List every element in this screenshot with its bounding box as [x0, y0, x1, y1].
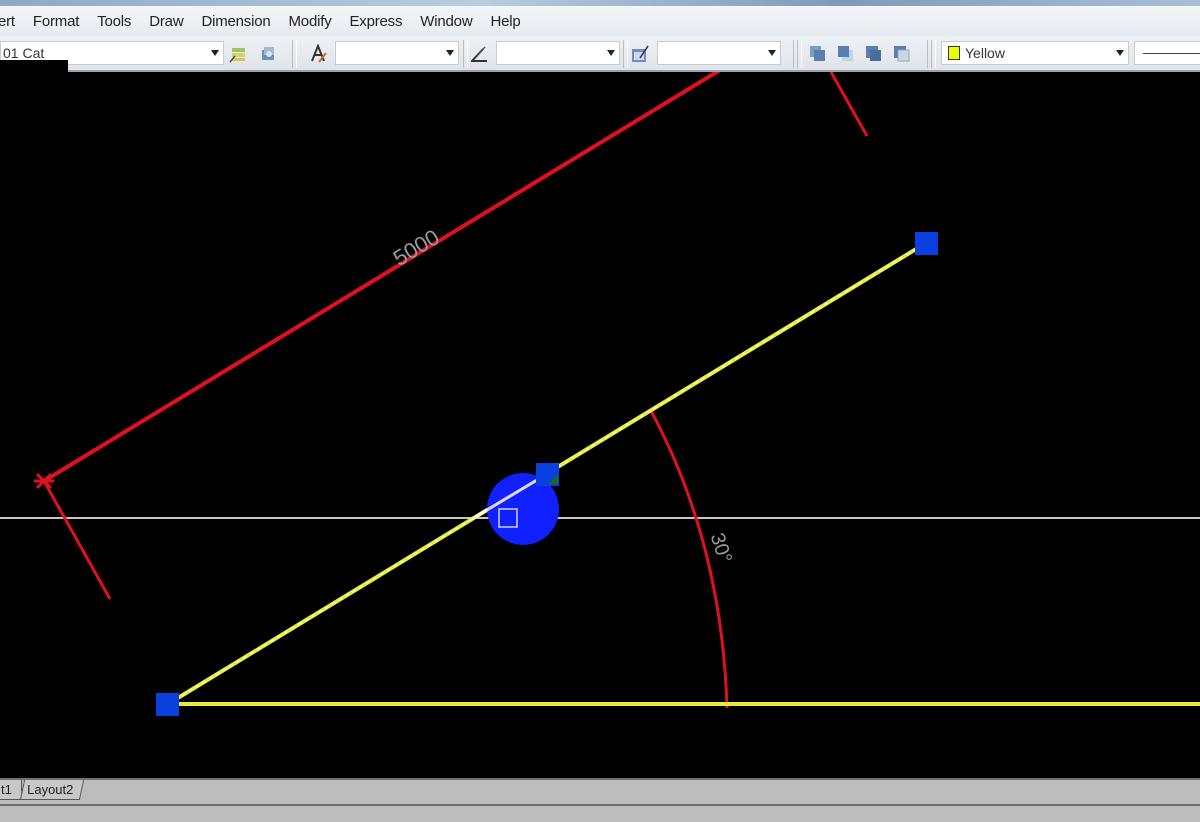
linetype-combo[interactable] [1134, 41, 1200, 65]
overlay-patch [0, 60, 68, 72]
menu-express[interactable]: Express [341, 13, 412, 30]
toolbar-separator [292, 40, 297, 68]
bring-to-front-icon[interactable] [808, 44, 828, 64]
text-style-combo[interactable] [335, 41, 459, 65]
toolbar-separator [797, 40, 802, 68]
model-space-background [0, 72, 1200, 778]
toolbar-separator [623, 40, 628, 68]
table-style-combo[interactable] [657, 41, 781, 65]
text-style-icon[interactable] [309, 44, 329, 64]
layer-combo-value: 01 Cat [3, 45, 45, 61]
chevron-down-icon[interactable] [211, 50, 219, 56]
tab-layout2-label: Layout2 [27, 782, 74, 797]
menu-window[interactable]: Window [411, 13, 481, 30]
menu-modify[interactable]: Modify [280, 13, 341, 30]
tabs-divider [0, 804, 1200, 806]
send-to-back-icon[interactable] [836, 44, 856, 64]
chevron-down-icon[interactable] [446, 50, 454, 56]
menu-help[interactable]: Help [481, 13, 529, 30]
tab-layout1[interactable]: t1 [0, 780, 22, 800]
layout-tabs-bar: t1 Layout2 [0, 778, 1200, 822]
menu-dimension[interactable]: Dimension [192, 13, 279, 30]
layer-states-icon[interactable] [229, 44, 249, 64]
chevron-down-icon[interactable] [768, 50, 776, 56]
drawing-canvas[interactable]: 5000 30° [0, 72, 1200, 778]
toolbar-separator [931, 40, 936, 68]
color-combo[interactable]: Yellow [941, 41, 1129, 65]
send-under-objects-icon[interactable] [892, 44, 912, 64]
tab-layout1-label: t1 [1, 782, 12, 797]
grip-start[interactable] [156, 693, 179, 716]
table-style-icon[interactable] [630, 44, 650, 64]
chevron-down-icon[interactable] [607, 50, 615, 56]
layer-previous-icon[interactable] [258, 44, 278, 64]
color-combo-value: Yellow [965, 45, 1005, 61]
menu-format[interactable]: Format [24, 13, 88, 30]
dimension-style-icon[interactable] [469, 44, 489, 64]
linetype-preview [1143, 52, 1200, 54]
toolbar-separator [463, 40, 468, 68]
menu-bar: ert Format Tools Draw Dimension Modify E… [0, 6, 1200, 36]
tab-layout2[interactable]: Layout2 [19, 780, 85, 800]
chevron-down-icon[interactable] [1116, 50, 1124, 56]
menu-draw[interactable]: Draw [140, 13, 192, 30]
dimension-style-combo[interactable] [496, 41, 620, 65]
toolbar: 01 Cat Yellow [0, 36, 1200, 72]
bring-above-objects-icon[interactable] [864, 44, 884, 64]
grip-end[interactable] [915, 232, 938, 255]
color-swatch [948, 46, 960, 60]
menu-tools[interactable]: Tools [88, 13, 140, 30]
menu-insert[interactable]: ert [0, 13, 24, 30]
